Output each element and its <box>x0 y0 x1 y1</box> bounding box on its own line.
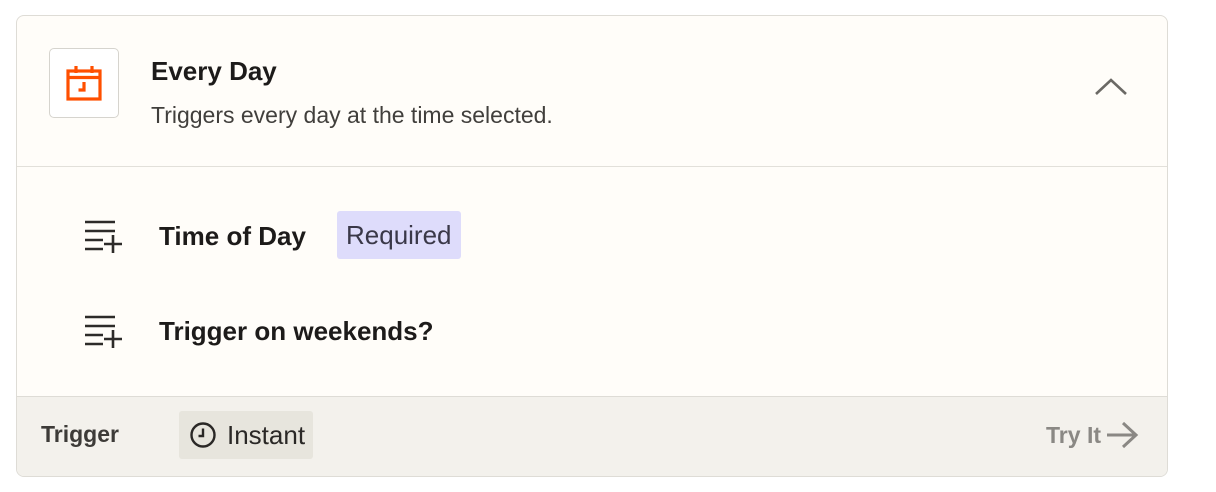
field-label: Time of Day <box>159 221 306 251</box>
arrow-right-icon <box>1107 421 1139 449</box>
trigger-header[interactable]: Every Day Triggers every day at the time… <box>17 16 1167 167</box>
trigger-footer: Trigger Instant Try It <box>17 396 1167 476</box>
field-label: Trigger on weekends? <box>159 316 434 346</box>
instant-badge: Instant <box>179 411 314 459</box>
add-field-icon <box>85 315 122 348</box>
try-it-label: Try It <box>1046 421 1101 448</box>
required-badge: Required <box>337 211 461 259</box>
step-type-label: Trigger <box>41 421 119 447</box>
calendar-clock-icon <box>49 48 119 118</box>
add-field-icon <box>85 220 122 253</box>
try-it-button[interactable]: Try It <box>1046 419 1139 451</box>
field-row-trigger-on-weekends[interactable]: Trigger on weekends? <box>17 306 1167 356</box>
trigger-title: Every Day <box>151 56 277 86</box>
field-row-time-of-day[interactable]: Time of Day Required <box>17 211 1167 261</box>
collapse-button[interactable] <box>1091 72 1131 102</box>
trigger-description: Triggers every day at the time selected. <box>151 102 553 128</box>
clock-icon <box>190 422 216 448</box>
chevron-up-icon <box>1095 78 1127 95</box>
instant-label: Instant <box>227 419 306 450</box>
trigger-card: Every Day Triggers every day at the time… <box>16 15 1168 477</box>
